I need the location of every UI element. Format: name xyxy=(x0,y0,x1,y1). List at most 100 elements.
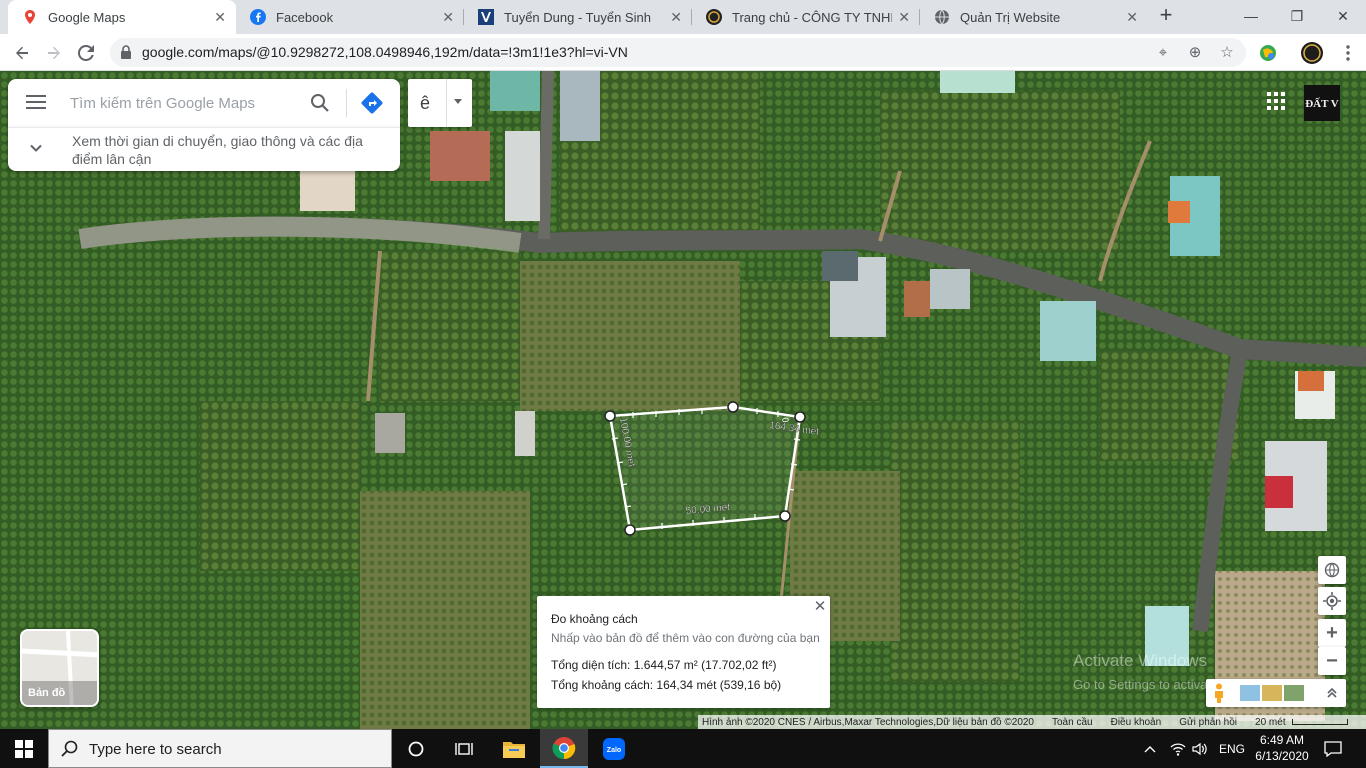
measure-hint: Nhấp vào bản đồ để thêm vào con đường củ… xyxy=(551,631,820,645)
location-icon[interactable]: ⌖ xyxy=(1154,44,1172,62)
windows-taskbar: Type here to search Zalo ENG 6:49 AM 6/1… xyxy=(0,729,1366,768)
new-tab-button[interactable]: + xyxy=(1154,4,1178,28)
minimize-button[interactable]: — xyxy=(1228,0,1274,32)
chevron-up-icon xyxy=(1144,745,1156,752)
account-logo-text: ĐẤT V xyxy=(1305,97,1339,110)
zoom-out-button[interactable]: − xyxy=(1318,647,1346,675)
forward-button[interactable] xyxy=(40,39,68,67)
tab-facebook[interactable]: Facebook ✕ xyxy=(236,0,464,34)
chevron-down-icon xyxy=(30,144,42,152)
address-bar[interactable]: google.com/maps/@10.9298272,108.0498946,… xyxy=(110,38,1246,67)
extension-button[interactable] xyxy=(1254,39,1282,67)
clock[interactable]: 6:49 AM 6/13/2020 xyxy=(1252,732,1312,764)
search-input[interactable] xyxy=(70,91,300,115)
site-logo-icon xyxy=(478,9,494,25)
menu-icon[interactable] xyxy=(26,95,46,109)
folder-icon xyxy=(503,741,525,758)
tab-quan-tri-website[interactable]: Quản Trị Website ✕ xyxy=(920,0,1148,34)
back-button[interactable] xyxy=(8,39,36,67)
reload-icon xyxy=(78,45,94,61)
url-text[interactable]: google.com/maps/@10.9298272,108.0498946,… xyxy=(142,44,628,60)
privacy-link[interactable]: Toàn cầu xyxy=(1052,717,1093,728)
task-view-button[interactable] xyxy=(440,729,488,768)
browser-tab-strip: Google Maps ✕ Facebook ✕ Tuyển Dung - Tu… xyxy=(0,0,1366,34)
back-arrow-icon xyxy=(16,46,28,60)
dropdown-arrow-icon[interactable] xyxy=(454,99,462,104)
browser-toolbar: google.com/maps/@10.9298272,108.0498946,… xyxy=(0,34,1366,71)
facebook-icon xyxy=(250,9,266,25)
minus-icon: − xyxy=(1326,649,1338,672)
imagery-thumbnails-icon[interactable] xyxy=(1240,685,1306,701)
map-attribution: Hình ảnh ©2020 CNES / Airbus,Maxar Techn… xyxy=(698,715,1366,729)
lock-icon xyxy=(121,45,131,59)
ime-character: ê xyxy=(420,93,431,113)
zoom-icon[interactable]: ⊕ xyxy=(1186,44,1204,62)
zoom-in-button[interactable]: + xyxy=(1318,619,1346,647)
tab-google-maps[interactable]: Google Maps ✕ xyxy=(8,0,236,34)
imagery-credit: Hình ảnh ©2020 CNES / Airbus,Maxar Techn… xyxy=(702,716,1034,728)
globe-view-button[interactable] xyxy=(1318,556,1346,584)
map-canvas[interactable]: 100,00 mét 50,00 mét 164,34 mét 0 Xem th… xyxy=(0,71,1366,729)
wifi-icon xyxy=(1170,742,1186,756)
plus-icon: + xyxy=(1326,621,1338,644)
input-tools-button[interactable]: ê xyxy=(408,79,472,127)
language-indicator[interactable]: ENG xyxy=(1219,729,1245,768)
reload-button[interactable] xyxy=(72,39,100,67)
search-icon[interactable] xyxy=(308,91,332,115)
my-location-button[interactable] xyxy=(1318,587,1346,615)
tab-trang-chu[interactable]: Trang chủ - CÔNG TY TNHH Đ ✕ xyxy=(692,0,920,34)
nearby-suggestion[interactable]: Xem thời gian di chuyển, giao thông và c… xyxy=(8,127,400,171)
speaker-icon xyxy=(1192,742,1207,755)
cortana-button[interactable] xyxy=(392,729,440,768)
volume-button[interactable] xyxy=(1192,729,1208,768)
pegman-icon[interactable] xyxy=(1212,683,1226,703)
show-hidden-icons-button[interactable] xyxy=(1144,729,1156,768)
my-location-icon xyxy=(1323,592,1341,610)
scale-label[interactable]: 20 mét xyxy=(1255,717,1286,728)
activate-windows-title: Activate Windows xyxy=(1073,651,1208,670)
zalo-taskbar-button[interactable]: Zalo xyxy=(590,729,638,768)
file-explorer-button[interactable] xyxy=(490,729,538,768)
avatar-icon xyxy=(1301,42,1323,64)
directions-icon[interactable] xyxy=(360,91,384,115)
action-center-button[interactable] xyxy=(1324,729,1342,768)
network-button[interactable] xyxy=(1170,729,1186,768)
browser-menu-button[interactable] xyxy=(1334,39,1362,67)
notification-icon xyxy=(1324,740,1342,757)
clock-date: 6/13/2020 xyxy=(1255,749,1309,763)
extension-globe-icon xyxy=(1260,45,1276,61)
close-icon[interactable]: ✕ xyxy=(1126,9,1138,26)
bookmark-star-icon[interactable]: ☆ xyxy=(1218,44,1236,62)
google-maps-icon xyxy=(25,10,35,24)
profile-avatar[interactable] xyxy=(1298,39,1326,67)
company-logo-icon xyxy=(706,9,722,25)
layer-label: Bản đồ xyxy=(28,687,66,699)
layer-switcher[interactable]: Bản đồ xyxy=(20,629,99,707)
close-icon[interactable]: ✕ xyxy=(442,9,454,26)
search-icon xyxy=(61,740,78,757)
close-icon[interactable]: ✕ xyxy=(670,9,682,26)
taskbar-search[interactable]: Type here to search xyxy=(48,729,392,768)
feedback-link[interactable]: Gửi phản hồi xyxy=(1179,717,1237,728)
maximize-button[interactable]: ❐ xyxy=(1274,0,1320,32)
globe-icon xyxy=(1324,562,1340,578)
chrome-taskbar-button[interactable] xyxy=(540,729,588,768)
measure-distance-card: Đo khoảng cách Nhấp vào bản đồ để thêm v… xyxy=(537,596,830,708)
tab-label: Google Maps xyxy=(48,9,126,25)
tab-tuyen-dung[interactable]: Tuyển Dung - Tuyển Sinh ✕ xyxy=(464,0,692,34)
chrome-icon xyxy=(552,736,576,759)
cortana-circle-icon xyxy=(408,741,424,756)
account-logo[interactable]: ĐẤT V xyxy=(1304,85,1340,121)
close-icon[interactable]: ✕ xyxy=(214,9,226,26)
close-icon[interactable]: ✕ xyxy=(898,9,910,26)
window-close-button[interactable]: ✕ xyxy=(1320,0,1366,32)
terms-link[interactable]: Điều khoản xyxy=(1111,717,1162,728)
measure-area: Tổng diện tích: 1.644,57 m² (17.702,02 f… xyxy=(551,658,777,672)
expand-up-icon[interactable] xyxy=(1326,687,1338,699)
start-button[interactable] xyxy=(0,729,48,768)
divider xyxy=(446,79,447,127)
tab-label: Tuyển Dung - Tuyển Sinh xyxy=(504,9,651,25)
close-icon[interactable]: ✕ xyxy=(813,599,827,614)
google-apps-icon[interactable] xyxy=(1266,91,1286,111)
pegman-tray[interactable] xyxy=(1206,679,1346,707)
